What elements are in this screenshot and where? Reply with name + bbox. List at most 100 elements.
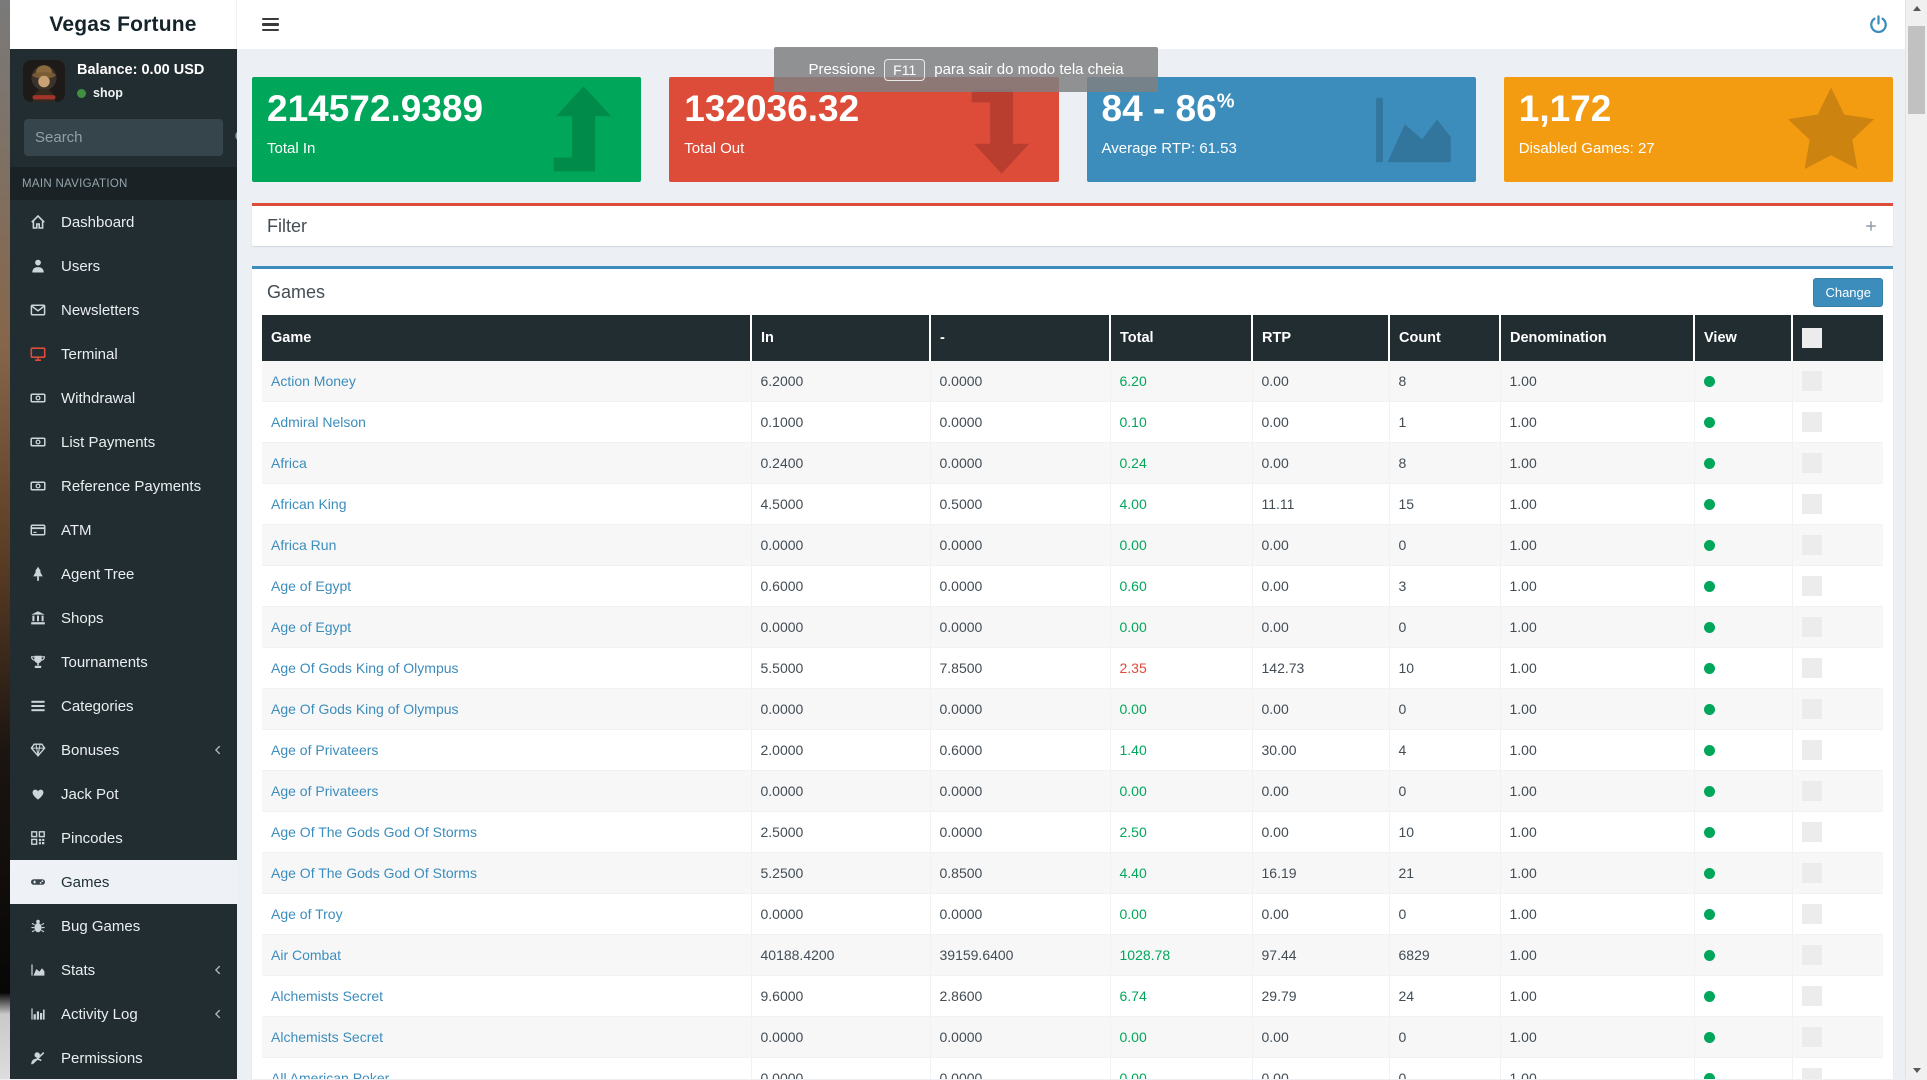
row-checkbox[interactable] — [1802, 494, 1822, 514]
scrollbar-up-arrow-icon[interactable] — [1913, 6, 1921, 11]
sidebar-item-permissions[interactable]: Permissions — [10, 1036, 237, 1080]
chevron-left-icon — [212, 744, 224, 756]
row-checkbox[interactable] — [1802, 412, 1822, 432]
sidebar-item-bug-games[interactable]: Bug Games — [10, 904, 237, 948]
row-checkbox[interactable] — [1802, 822, 1822, 842]
column-header-[interactable]: - — [930, 315, 1110, 361]
game-link[interactable]: African King — [271, 496, 346, 512]
cell-count: 24 — [1389, 976, 1500, 1017]
row-checkbox[interactable] — [1802, 699, 1822, 719]
row-checkbox[interactable] — [1802, 781, 1822, 801]
row-checkbox[interactable] — [1802, 904, 1822, 924]
table-row: Age of Egypt0.60000.00000.600.0031.00 — [262, 566, 1883, 607]
select-all-checkbox[interactable] — [1802, 328, 1822, 348]
column-header-checkbox[interactable] — [1792, 315, 1883, 361]
cell-total: 0.60 — [1110, 566, 1252, 607]
sidebar-item-tournaments[interactable]: Tournaments — [10, 640, 237, 684]
sidebar-item-newsletters[interactable]: Newsletters — [10, 288, 237, 332]
row-checkbox[interactable] — [1802, 1027, 1822, 1047]
sidebar-item-games[interactable]: Games — [10, 860, 237, 904]
game-link[interactable]: Alchemists Secret — [271, 988, 383, 1004]
sidebar-item-label: Games — [61, 874, 109, 891]
game-link[interactable]: Alchemists Secret — [271, 1029, 383, 1045]
expand-plus-icon[interactable] — [1864, 219, 1878, 233]
sidebar-item-reference-payments[interactable]: Reference Payments — [10, 464, 237, 508]
game-link[interactable]: Age of Privateers — [271, 783, 378, 799]
game-link[interactable]: Age of Troy — [271, 906, 343, 922]
sidebar-item-jack-pot[interactable]: Jack Pot — [10, 772, 237, 816]
cell-denomination: 1.00 — [1500, 1017, 1694, 1058]
f11-key-badge: F11 — [884, 59, 925, 81]
sidebar-item-activity-log[interactable]: Activity Log — [10, 992, 237, 1036]
cell-rtp: 0.00 — [1252, 402, 1389, 443]
row-checkbox[interactable] — [1802, 986, 1822, 1006]
row-checkbox[interactable] — [1802, 535, 1822, 555]
power-logout-icon[interactable] — [1865, 11, 1891, 37]
game-link[interactable]: Age of Egypt — [271, 578, 351, 594]
row-checkbox[interactable] — [1802, 617, 1822, 637]
column-header-denomination[interactable]: Denomination — [1500, 315, 1694, 361]
game-link[interactable]: Air Combat — [271, 947, 341, 963]
column-header-total[interactable]: Total — [1110, 315, 1252, 361]
column-header-view[interactable]: View — [1694, 315, 1792, 361]
sidebar-item-label: Activity Log — [61, 1006, 138, 1023]
scrollbar-down-arrow-icon[interactable] — [1913, 1068, 1921, 1073]
tree-icon — [28, 566, 48, 583]
game-link[interactable]: Action Money — [271, 373, 356, 389]
cell-view — [1694, 402, 1792, 443]
row-checkbox[interactable] — [1802, 453, 1822, 473]
game-link[interactable]: Age Of Gods King of Olympus — [271, 660, 459, 676]
game-link[interactable]: Admiral Nelson — [271, 414, 366, 430]
sidebar-item-agent-tree[interactable]: Agent Tree — [10, 552, 237, 596]
row-checkbox[interactable] — [1802, 576, 1822, 596]
app-logo[interactable]: Vegas Fortune — [10, 0, 237, 49]
game-link[interactable]: All American Poker — [271, 1070, 389, 1079]
sidebar-toggle-hamburger-icon[interactable] — [247, 0, 293, 49]
table-row: Age Of The Gods God Of Storms2.50000.000… — [262, 812, 1883, 853]
sidebar-item-bonuses[interactable]: Bonuses — [10, 728, 237, 772]
games-panel: Games Change GameIn-TotalRTPCountDenomin… — [252, 266, 1893, 1079]
sidebar-item-terminal[interactable]: Terminal — [10, 332, 237, 376]
game-link[interactable]: Age of Privateers — [271, 742, 378, 758]
sidebar-item-label: Bonuses — [61, 742, 119, 759]
row-checkbox[interactable] — [1802, 945, 1822, 965]
game-link[interactable]: Africa Run — [271, 537, 336, 553]
search-input[interactable] — [35, 129, 234, 146]
column-header-game[interactable]: Game — [262, 315, 751, 361]
table-row: Action Money6.20000.00006.200.0081.00 — [262, 361, 1883, 402]
sidebar-item-dashboard[interactable]: Dashboard — [10, 200, 237, 244]
sidebar-item-list-payments[interactable]: List Payments — [10, 420, 237, 464]
browser-scrollbar[interactable] — [1905, 0, 1927, 1079]
sidebar-item-label: Terminal — [61, 346, 118, 363]
sidebar-item-withdrawal[interactable]: Withdrawal — [10, 376, 237, 420]
game-link[interactable]: Africa — [271, 455, 307, 471]
row-checkbox[interactable] — [1802, 1068, 1822, 1079]
column-header-in[interactable]: In — [751, 315, 930, 361]
column-header-count[interactable]: Count — [1389, 315, 1500, 361]
row-checkbox[interactable] — [1802, 863, 1822, 883]
envelope-icon — [28, 302, 48, 319]
sidebar-item-stats[interactable]: Stats — [10, 948, 237, 992]
cell-count: 0 — [1389, 1058, 1500, 1080]
sidebar-item-categories[interactable]: Categories — [10, 684, 237, 728]
view-status-dot — [1704, 581, 1715, 592]
row-checkbox[interactable] — [1802, 740, 1822, 760]
scrollbar-thumb[interactable] — [1908, 26, 1925, 114]
change-button[interactable]: Change — [1813, 278, 1883, 307]
row-checkbox[interactable] — [1802, 371, 1822, 391]
game-link[interactable]: Age Of Gods King of Olympus — [271, 701, 459, 717]
sidebar-item-label: Newsletters — [61, 302, 139, 319]
sidebar-item-shops[interactable]: Shops — [10, 596, 237, 640]
column-header-rtp[interactable]: RTP — [1252, 315, 1389, 361]
sidebar-item-atm[interactable]: ATM — [10, 508, 237, 552]
game-link[interactable]: Age Of The Gods God Of Storms — [271, 865, 477, 881]
cell-checkbox — [1792, 566, 1883, 607]
game-link[interactable]: Age of Egypt — [271, 619, 351, 635]
cell-in: 9.6000 — [751, 976, 930, 1017]
row-checkbox[interactable] — [1802, 658, 1822, 678]
game-link[interactable]: Age Of The Gods God Of Storms — [271, 824, 477, 840]
cell-total: 0.24 — [1110, 443, 1252, 484]
table-row: Africa Run0.00000.00000.000.0001.00 — [262, 525, 1883, 566]
sidebar-item-users[interactable]: Users — [10, 244, 237, 288]
sidebar-item-pincodes[interactable]: Pincodes — [10, 816, 237, 860]
